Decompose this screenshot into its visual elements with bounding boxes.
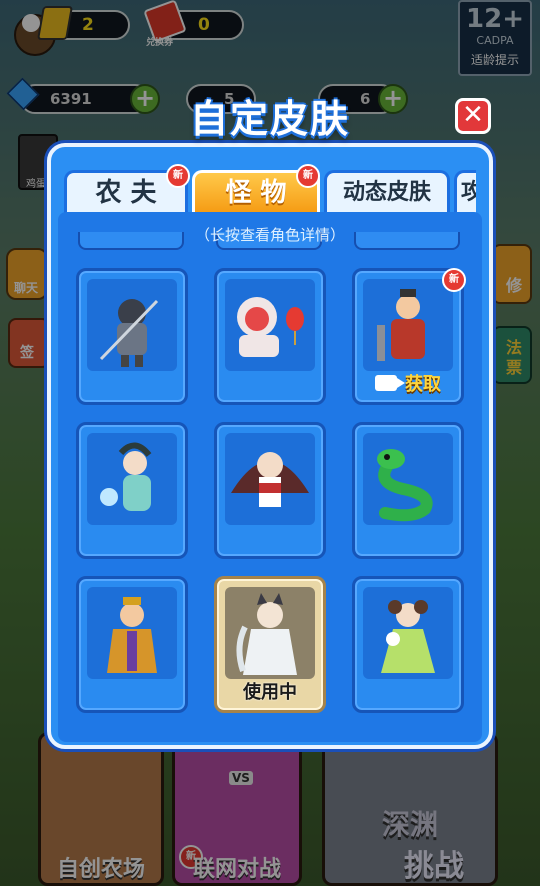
skin-card-dancer-fans[interactable] bbox=[214, 422, 326, 559]
green-snake-image bbox=[363, 433, 453, 525]
in-use-label: 使用中 bbox=[243, 682, 297, 703]
lion-dance-image bbox=[225, 279, 315, 371]
emperor-image bbox=[87, 587, 177, 679]
close-button[interactable]: ✕ bbox=[455, 98, 491, 134]
tab-attack[interactable]: 攻 bbox=[454, 170, 476, 214]
skin-card-green-dress-lady[interactable] bbox=[352, 576, 464, 713]
skin-card-white-robed-cat[interactable]: 使用中 bbox=[214, 576, 326, 713]
green-dress-lady-image bbox=[363, 587, 453, 679]
fairy-with-fan-image bbox=[87, 433, 177, 525]
tab-monster-new-badge: 新 bbox=[296, 164, 320, 188]
close-icon: ✕ bbox=[462, 100, 484, 130]
tab-bar: 农 夫 怪 物 动态皮肤 攻 bbox=[64, 170, 476, 214]
official-image bbox=[363, 279, 453, 371]
tab-animated-skins[interactable]: 动态皮肤 bbox=[324, 170, 450, 214]
long-press-hint: （长按查看角色详情） bbox=[194, 226, 345, 244]
skin-card-green-snake[interactable] bbox=[352, 422, 464, 559]
white-robed-cat-image bbox=[225, 587, 315, 679]
tab-farmer-new-badge: 新 bbox=[166, 164, 190, 188]
skin-card-fairy-with-fan[interactable] bbox=[76, 422, 188, 559]
dancer-fans-image bbox=[225, 433, 315, 525]
armored-warrior-image bbox=[87, 279, 177, 371]
skin-card-lion-dance[interactable] bbox=[214, 268, 326, 405]
official-new-badge: 新 bbox=[442, 268, 466, 292]
dialog-title: 自定皮肤 bbox=[189, 97, 350, 141]
skin-card-emperor[interactable] bbox=[76, 576, 188, 713]
skin-card-armored-warrior[interactable] bbox=[76, 268, 188, 405]
get-button[interactable]: 获取 bbox=[355, 370, 461, 396]
get-label: 获取 bbox=[405, 374, 441, 395]
video-icon bbox=[375, 375, 405, 391]
